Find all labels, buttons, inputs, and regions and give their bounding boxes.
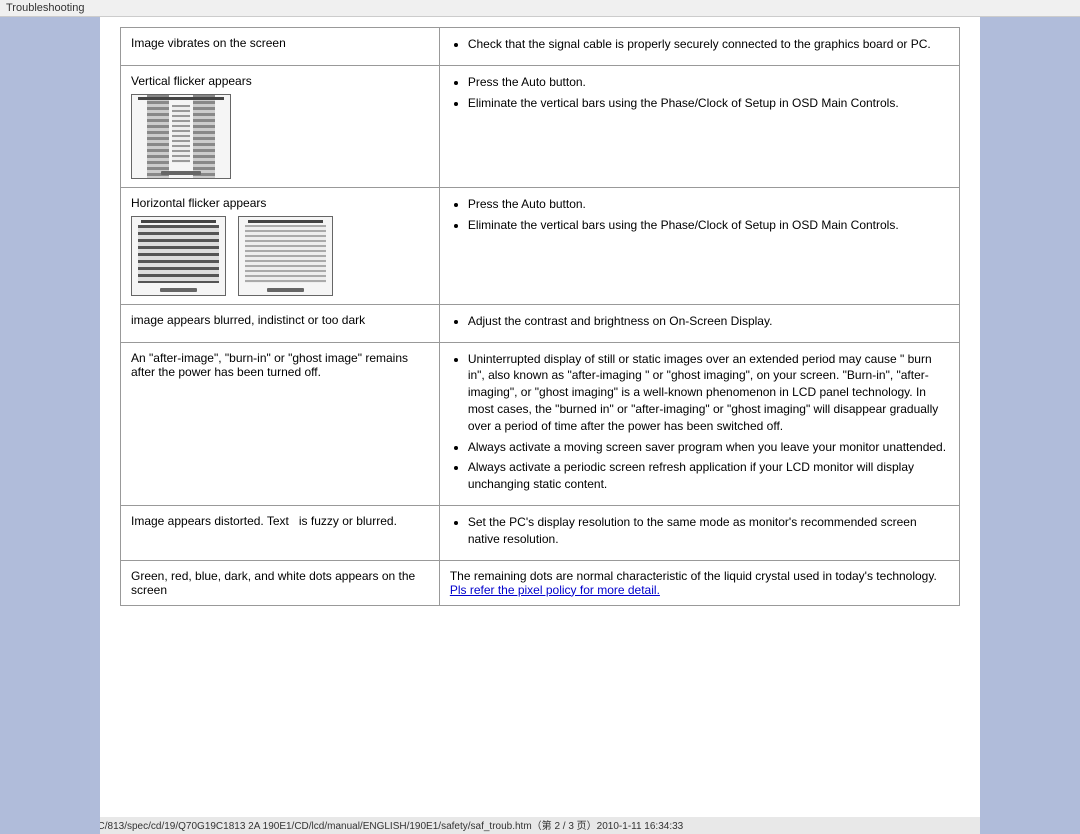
solution-list: Press the Auto button. Eliminate the ver… xyxy=(450,74,949,112)
problem-cell: image appears blurred, indistinct or too… xyxy=(121,304,440,342)
page-wrapper: Troubleshooting Image vibrates on the sc… xyxy=(0,0,1080,834)
solution-list: Press the Auto button. Eliminate the ver… xyxy=(450,196,949,234)
bottom-bar-path: file:///E|/manual/SPEC/813/spec/cd/19/Q7… xyxy=(6,821,683,832)
top-bar-label: Troubleshooting xyxy=(6,2,84,14)
problem-text: An "after-image", "burn-in" or "ghost im… xyxy=(131,351,408,379)
table-row: An "after-image", "burn-in" or "ghost im… xyxy=(121,342,960,505)
problem-title: Vertical flicker appears xyxy=(131,74,429,88)
left-sidebar xyxy=(0,0,100,834)
problem-cell: An "after-image", "burn-in" or "ghost im… xyxy=(121,342,440,505)
hflicker-top-bar-1 xyxy=(141,220,215,223)
table-row: Image appears distorted. Text is fuzzy o… xyxy=(121,505,960,560)
problem-cell: Image vibrates on the screen xyxy=(121,28,440,66)
problem-text: image appears blurred, indistinct or too… xyxy=(131,313,365,327)
solution-cell: Set the PC's display resolution to the s… xyxy=(439,505,959,560)
vertical-flicker-image xyxy=(131,94,231,179)
list-item: Press the Auto button. xyxy=(468,196,949,213)
vflicker-bottom-bar xyxy=(161,171,200,175)
right-sidebar xyxy=(980,0,1080,834)
hflicker-bottom-2 xyxy=(267,288,304,292)
list-item: Set the PC's display resolution to the s… xyxy=(468,514,949,548)
main-content: Image vibrates on the screen Check that … xyxy=(100,17,980,817)
solution-text: The remaining dots are normal characteri… xyxy=(450,569,937,583)
problem-cell: Image appears distorted. Text is fuzzy o… xyxy=(121,505,440,560)
solution-list: Check that the signal cable is properly … xyxy=(450,36,949,53)
hflicker-image-2 xyxy=(238,216,333,296)
list-item: Always activate a moving screen saver pr… xyxy=(468,439,949,456)
problem-cell: Vertical flicker appears xyxy=(121,65,440,187)
solution-list: Uninterrupted display of still or static… xyxy=(450,351,949,493)
vflicker-top-bar xyxy=(138,97,224,100)
list-item: Eliminate the vertical bars using the Ph… xyxy=(468,95,949,112)
list-item: Adjust the contrast and brightness on On… xyxy=(468,313,949,330)
problem-title: Horizontal flicker appears xyxy=(131,196,429,210)
hflicker-stripes-1 xyxy=(138,225,219,283)
list-item: Eliminate the vertical bars using the Ph… xyxy=(468,217,949,234)
pixel-policy-link[interactable]: Pls refer the pixel policy for more deta… xyxy=(450,583,660,597)
solution-list: Set the PC's display resolution to the s… xyxy=(450,514,949,548)
solution-cell: Press the Auto button. Eliminate the ver… xyxy=(439,187,959,304)
solution-cell: Adjust the contrast and brightness on On… xyxy=(439,304,959,342)
vflicker-bar-right xyxy=(193,95,215,178)
list-item: Always activate a periodic screen refres… xyxy=(468,459,949,493)
hflicker-stripes-2 xyxy=(245,225,326,283)
list-item: Check that the signal cable is properly … xyxy=(468,36,949,53)
solution-cell: Uninterrupted display of still or static… xyxy=(439,342,959,505)
vflicker-bar-left xyxy=(147,95,169,178)
vflicker-content xyxy=(172,105,190,163)
table-row: Horizontal flicker appears xyxy=(121,187,960,304)
problem-cell: Horizontal flicker appears xyxy=(121,187,440,304)
hflicker-images xyxy=(131,216,429,296)
list-item: Press the Auto button. xyxy=(468,74,949,91)
solution-cell: Check that the signal cable is properly … xyxy=(439,28,959,66)
problem-text: Image vibrates on the screen xyxy=(131,36,286,50)
table-row: Vertical flicker appears xyxy=(121,65,960,187)
solution-cell: The remaining dots are normal characteri… xyxy=(439,560,959,605)
problem-text: Image appears distorted. Text is fuzzy o… xyxy=(131,514,397,528)
hflicker-image-1 xyxy=(131,216,226,296)
table-row: Green, red, blue, dark, and white dots a… xyxy=(121,560,960,605)
solution-list: Adjust the contrast and brightness on On… xyxy=(450,313,949,330)
solution-cell: Press the Auto button. Eliminate the ver… xyxy=(439,65,959,187)
list-item: Uninterrupted display of still or static… xyxy=(468,351,949,435)
table-row: image appears blurred, indistinct or too… xyxy=(121,304,960,342)
hflicker-top-bar-2 xyxy=(248,220,322,223)
hflicker-bottom-1 xyxy=(160,288,197,292)
problem-text: Green, red, blue, dark, and white dots a… xyxy=(131,569,415,597)
bottom-bar: file:///E|/manual/SPEC/813/spec/cd/19/Q7… xyxy=(0,814,1080,834)
top-bar: Troubleshooting xyxy=(0,0,1080,17)
table-row: Image vibrates on the screen Check that … xyxy=(121,28,960,66)
problem-cell: Green, red, blue, dark, and white dots a… xyxy=(121,560,440,605)
troubleshooting-table: Image vibrates on the screen Check that … xyxy=(120,27,960,606)
